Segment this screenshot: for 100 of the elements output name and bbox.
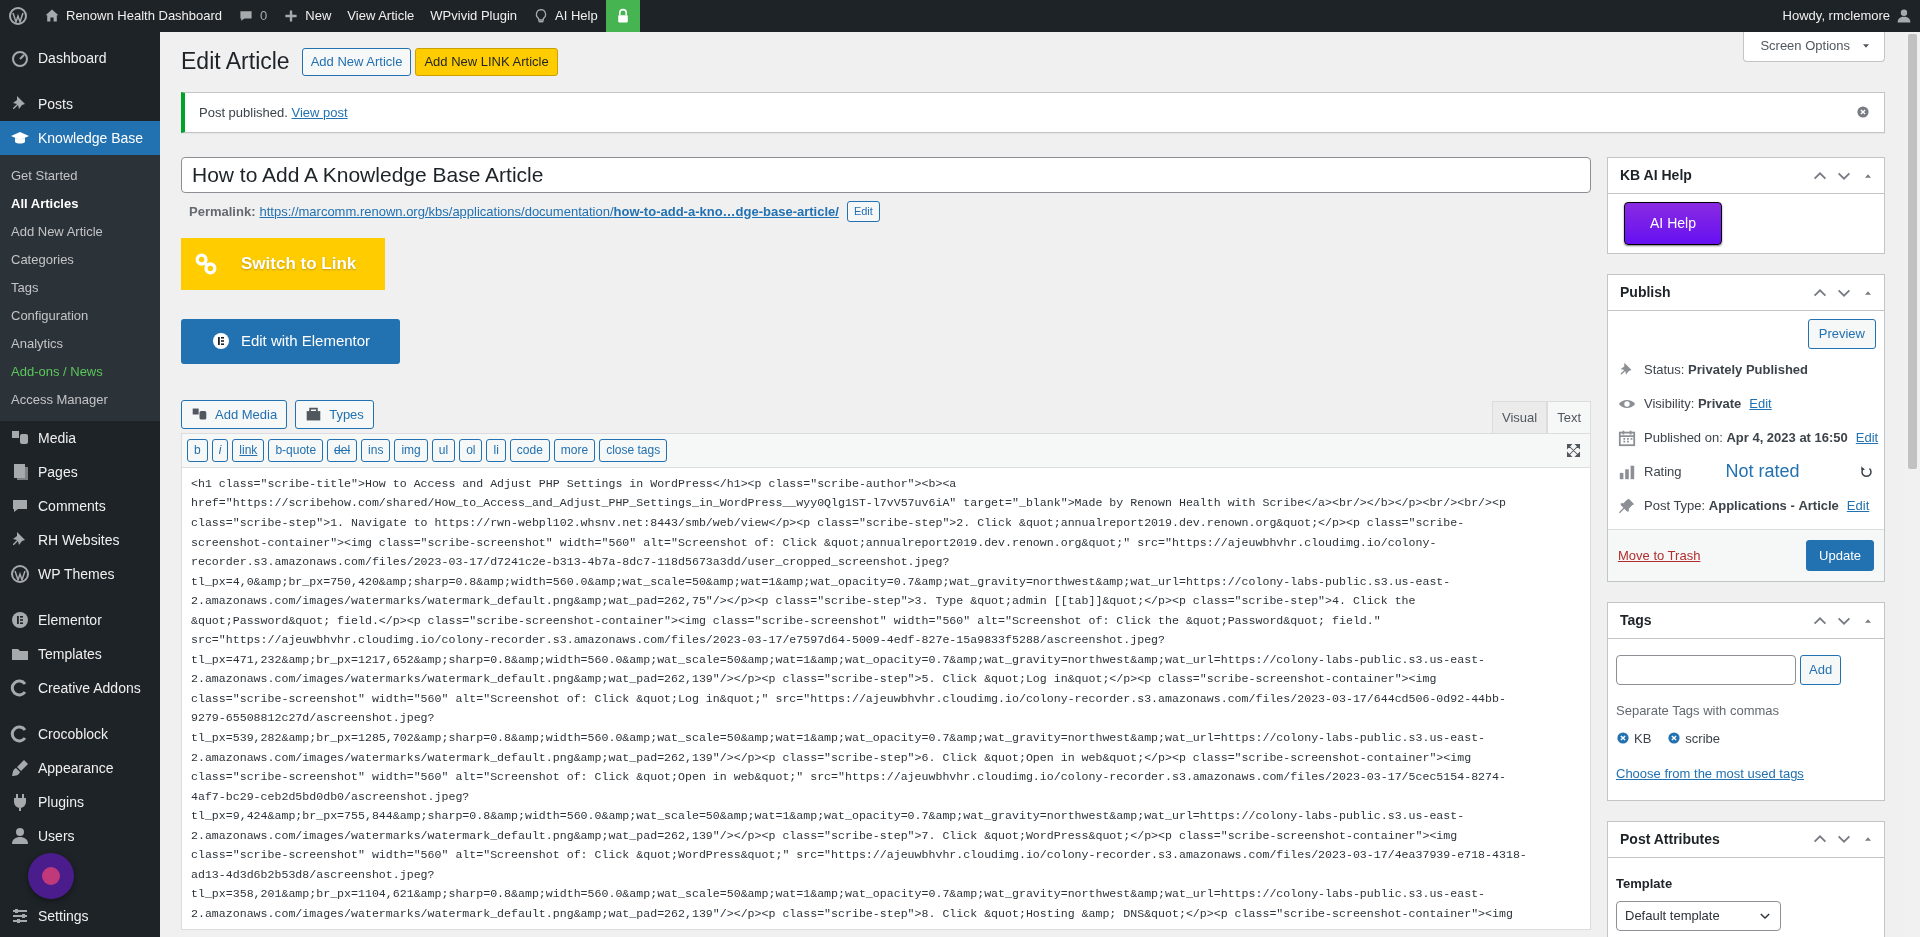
quicktag-button[interactable]: link	[232, 439, 265, 462]
code-line: src="https://ajeuwbhvhr.cloudimg.io/colony-recorder.s3.amazonaws.com/files/2023-03-17/e7597d64-5009-4edf-827e-15a9833f5288/ascreenshot.jpeg?	[191, 632, 1167, 649]
reset-button[interactable]	[1859, 464, 1874, 480]
code-line: <h1 class="scribe-title">How to Access and Adjust PHP Settings in WordPress</h1><p class="scribe-author"><b><a	[191, 475, 958, 492]
submenu-item[interactable]: Analytics	[0, 330, 160, 358]
floating-chat-button[interactable]	[28, 853, 74, 899]
quicktag-button[interactable]: b	[187, 439, 208, 462]
sidebar-menu-item[interactable]: Users	[0, 819, 160, 853]
quicktag-button[interactable]: img	[394, 439, 428, 462]
sidebar-menu-item[interactable]: WP Themes	[0, 557, 160, 591]
wordpress-logo-icon	[10, 564, 30, 584]
code-line: tl_px=539,282&amp;br_px=1285,702&amp;sharp=0.8&amp;width=560.0&amp;wat_scale=50&amp;wat=1&amp;wat_opacity=0.7&amp;wat_gravity=northwest&amp;wat_url=https://colony-labs-public.s3.us-east-	[191, 730, 1487, 746]
quicktag-button[interactable]: code	[509, 439, 550, 462]
code-line: href="https://scribehow.com/shared/How_to_Access_and_Adjust_PHP_Settings_in_WordPress__wyy0Qlg1ST-l7vV57uv6iA" target="_blank">Made by Renown Health with Scribe</a><br/></b></p><br/><br/><p	[191, 495, 1507, 512]
sidebar-menu-item[interactable]: Dashboard	[0, 41, 160, 75]
add-article-button[interactable]: Add New LINK Article	[415, 48, 558, 76]
quicktag-button[interactable]: b-quote	[268, 439, 324, 462]
code-line: 2.amazonaws.com/images/watermarks/watermark_default.png&amp;wat_pad=262,139"/></p><p class="scribe-step">5. Click &quot;Log in&quot;</p><p class="scribe-screenshot-container"><img	[191, 671, 1438, 688]
editor-tab[interactable]: Visual	[1491, 400, 1548, 434]
publish-field-label: Post Type: Applications - Article	[1644, 496, 1839, 515]
edit-permalink-button[interactable]: Edit	[846, 201, 880, 222]
account-menu[interactable]: Howdy, rmclemore	[1774, 0, 1920, 32]
wordpress-logo-icon	[8, 6, 28, 26]
toolbar-link[interactable]: WPvivid Plugin	[422, 0, 526, 32]
submenu-item[interactable]: Configuration	[0, 302, 160, 330]
sidebar-menu-item[interactable]: Templates	[0, 637, 160, 671]
pushpin-icon	[1618, 496, 1636, 515]
move-to-trash-link[interactable]: Move to Trash	[1618, 545, 1701, 566]
text-editor-field[interactable]	[181, 467, 1591, 930]
sidebar-menu-item[interactable]: Pages	[0, 455, 160, 489]
submenu-item[interactable]: Add New Article	[0, 218, 160, 246]
sidebar-menu-item[interactable]: Appearance	[0, 751, 160, 785]
gauge-icon	[10, 48, 30, 68]
ai-help-link[interactable]: AI Help	[525, 0, 606, 32]
submenu-item[interactable]: Add-ons / News	[0, 358, 160, 386]
site-name-link[interactable]: Renown Health Dashboard	[36, 0, 231, 32]
permalink-link[interactable]: https://marcomm.renown.org/kbs/applications/documentation/how-to-add-a-kno…dge-base-article/	[259, 201, 839, 222]
quicktag-button[interactable]: ins	[361, 439, 391, 462]
fullscreen-button[interactable]	[1566, 443, 1581, 458]
remove-tag-button[interactable]	[1616, 731, 1630, 746]
editor-tab[interactable]: Text	[1547, 400, 1591, 434]
edit-link[interactable]: Edit	[1846, 495, 1870, 516]
code-line: 2.amazonaws.com/images/watermarks/watermark_default.png&amp;wat_pad=262,139"/></p><p class="scribe-step">6. Click &quot;Open in web&quot;</p><p class="scribe-screenshot-container"><img	[191, 749, 1473, 766]
elementor-logo-icon	[10, 610, 30, 630]
edit-link[interactable]: Edit	[1749, 393, 1772, 414]
sidebar-menu-item[interactable]: Elementor	[0, 603, 160, 637]
toolbar-link[interactable]: View Article	[339, 0, 423, 32]
calendar-icon	[1618, 428, 1636, 447]
sidebar-menu-item[interactable]: Comments	[0, 489, 160, 523]
rating-value: Not rated	[1725, 460, 1800, 484]
add-tag-button[interactable]: Add	[1800, 655, 1842, 686]
quicktag-button[interactable]: close tags	[599, 439, 668, 462]
quicktag-button[interactable]: ol	[459, 439, 483, 462]
submenu-item[interactable]: Tags	[0, 274, 160, 302]
new-menu-link[interactable]: New	[275, 0, 340, 32]
quicktag-button[interactable]: li	[486, 439, 506, 462]
sidebar-menu-item[interactable]: Knowledge Base	[0, 121, 160, 155]
edit-link[interactable]: Edit	[1855, 427, 1879, 448]
view-post-link[interactable]: View post	[291, 104, 348, 120]
submenu-item[interactable]: Categories	[0, 246, 160, 274]
template-select[interactable]: Default template	[1616, 901, 1781, 932]
sidebar-menu-item[interactable]: Settings	[0, 899, 160, 933]
update-button[interactable]: Update	[1806, 539, 1874, 572]
sidebar-menu-item[interactable]: Creative Addons	[0, 671, 160, 705]
code-line: recorder.s3.amazonaws.com/files/2023-03-17/d7241c2e-b313-4b7a-8dc7-118d5673a3dd/user_cropped_screenshot.jpeg?	[191, 554, 951, 571]
screen-options-tab[interactable]: Screen Options	[1743, 32, 1885, 62]
quicktag-button[interactable]: i	[211, 439, 229, 462]
preview-button[interactable]: Preview	[1807, 319, 1876, 349]
code-line: 2.amazonaws.com/images/watermarks/watermark_default.png&amp;wat_pad=262,139"/></p><p class="scribe-step">7. Click &quot;WordPress&quot;</p><p class="scribe-screenshot-container"><img	[191, 827, 1459, 844]
submenu-item[interactable]: All Articles	[0, 190, 160, 218]
title-field[interactable]: How to Add A Knowledge Base Article	[181, 157, 1591, 194]
sidebar-menu-item[interactable]: Crocoblock	[0, 717, 160, 751]
media-button[interactable]: Add Media	[181, 399, 288, 430]
sidebar-menu-item[interactable]: RH Websites	[0, 523, 160, 557]
add-article-button[interactable]: Add New Article	[301, 48, 412, 76]
most-used-tags-link[interactable]: Choose from the most used tags	[1616, 764, 1804, 784]
quicktag-button[interactable]: del	[327, 439, 358, 462]
close-icon	[1856, 105, 1870, 120]
notice-message: Post published. View post	[199, 103, 348, 122]
expand-icon	[1566, 443, 1581, 458]
dismiss-button[interactable]	[1856, 105, 1870, 120]
edit-with-elementor-button[interactable]: Edit with Elementor	[181, 318, 400, 364]
tag-label: KB	[1634, 729, 1652, 748]
submenu-item[interactable]: Get Started	[0, 162, 160, 190]
submenu-item[interactable]: Access Manager	[0, 386, 160, 414]
sidebar-menu-item[interactable]: Plugins	[0, 785, 160, 819]
plus-icon	[283, 8, 300, 24]
quicktag-button[interactable]: ul	[431, 439, 456, 462]
code-line: 2.amazonaws.com/images/watermarks/watermark_default.png&amp;wat_pad=262,139"/></p><p class="scribe-step">8. Click &quot;Hosting &amp; DNS&quot;</p><p class="scribe-screenshot-container"><img	[191, 905, 1514, 922]
tag-input-field[interactable]	[1616, 655, 1796, 686]
sidebar-menu-item[interactable]: Media	[0, 421, 160, 455]
ai-help-button[interactable]: AI Help	[1624, 202, 1722, 246]
template-label: Template	[1616, 874, 1674, 893]
media-button[interactable]: Types	[295, 399, 374, 430]
remove-tag-button[interactable]	[1667, 731, 1682, 746]
comments-link[interactable]: 0	[230, 0, 276, 32]
code-line: class="scribe-screenshot" width="560" alt="Screenshot of: Click &quot;Open in web&quot;" src="https://ajeuwbhvhr.cloudimg.io/colony-recorder.s3.amazonaws.com/files/2023-03-17/5cec5154-8274-	[191, 769, 1507, 786]
quicktag-button[interactable]: more	[553, 439, 596, 462]
remove-icon	[1667, 731, 1682, 746]
sidebar-menu-item[interactable]: Posts	[0, 87, 160, 121]
